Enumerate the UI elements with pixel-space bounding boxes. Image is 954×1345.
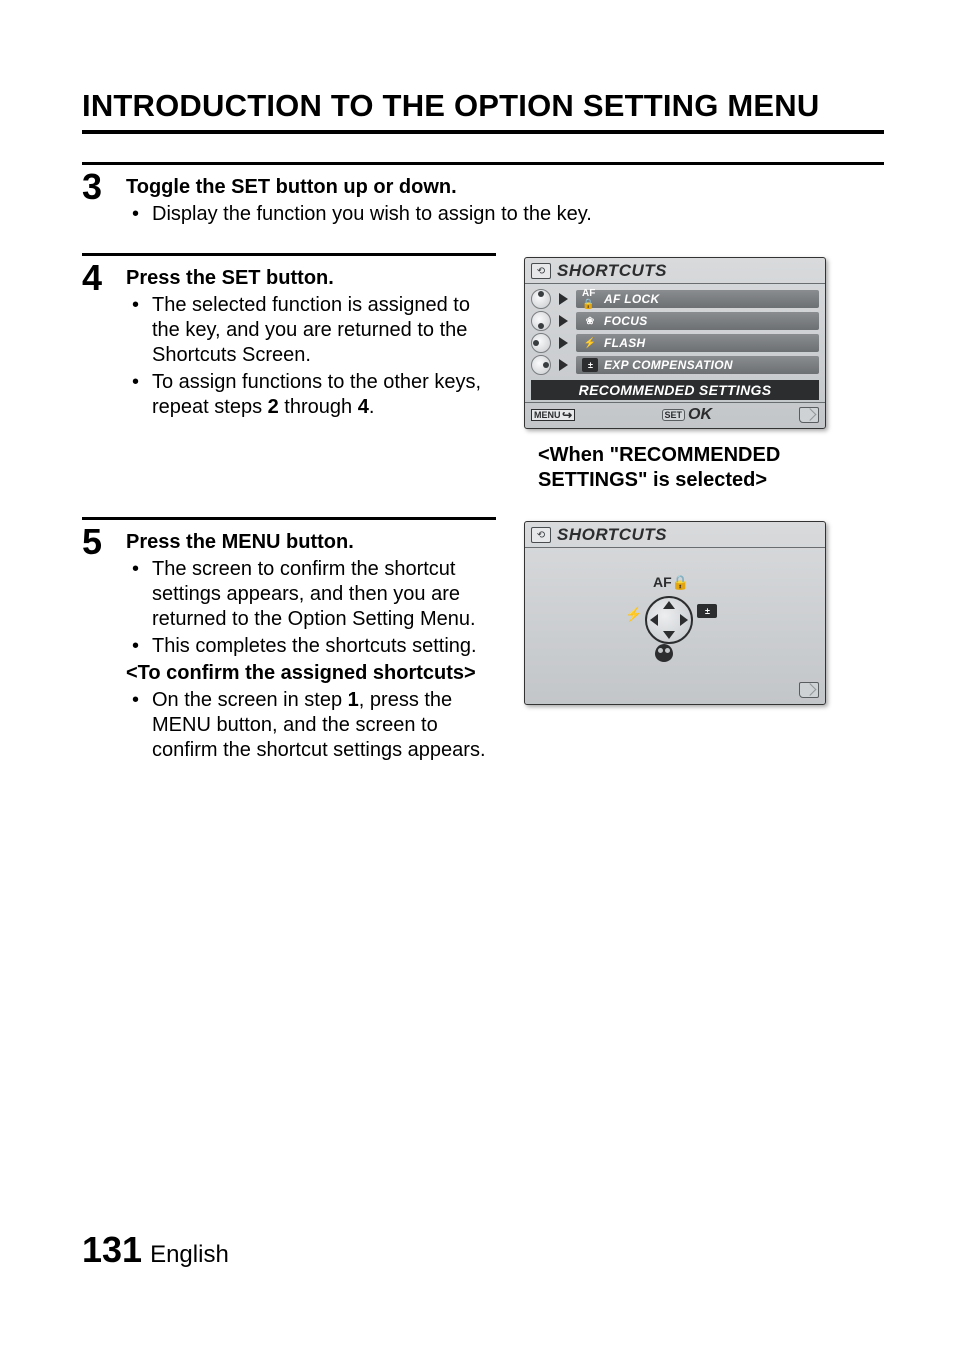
shortcut-label: FOCUS	[604, 314, 648, 328]
step-number: 4	[82, 260, 126, 296]
set-badge: SET	[662, 409, 686, 421]
lcd-body: AF🔒 ⚡ ±	[525, 548, 825, 678]
shortcut-row-down: ❀ FOCUS	[531, 310, 819, 332]
exposure-comp-glyph: ±	[697, 604, 717, 618]
af-lock-icon: AF🔒	[653, 574, 689, 591]
lcd-footer: MENU↩ SETOK	[525, 402, 825, 428]
menu-label: MENU	[534, 410, 561, 420]
recommended-settings-row: RECOMMENDED SETTINGS	[531, 380, 819, 400]
dpad-left-icon	[531, 333, 551, 353]
step-bullet: This completes the shortcuts setting.	[148, 634, 496, 659]
menu-back-icon: MENU↩	[531, 409, 575, 421]
af-lock-icon: AF🔒	[582, 292, 598, 306]
lcd-header: ⟲ SHORTCUTS	[525, 258, 825, 284]
caption-line: SETTINGS" is selected>	[538, 469, 767, 491]
lcd-screenshot-shortcuts-list: ⟲ SHORTCUTS AF🔒 AF LOCK ❀ FOCUS	[524, 257, 826, 429]
arrow-right-icon	[559, 359, 568, 371]
step-heading: Toggle the SET button up or down.	[126, 175, 884, 200]
lcd-body: AF🔒 AF LOCK ❀ FOCUS ⚡ FLASH	[525, 284, 825, 402]
page-language: English	[150, 1241, 229, 1269]
lcd-footer	[525, 678, 825, 704]
arrow-right-icon	[559, 315, 568, 327]
step-bullet: Display the function you wish to assign …	[148, 202, 884, 227]
shortcut-row-up: AF🔒 AF LOCK	[531, 288, 819, 310]
text: On the screen in step	[152, 689, 348, 711]
step-heading: Press the MENU button.	[126, 530, 496, 555]
flower-icon	[655, 644, 673, 662]
step-bullet: On the screen in step 1, press the MENU …	[148, 688, 496, 763]
text: through	[279, 396, 358, 418]
text-bold: 1	[348, 689, 359, 711]
caption-line: <When "RECOMMENDED	[538, 444, 780, 466]
step-3: 3 Toggle the SET button up or down. Disp…	[82, 162, 884, 229]
camera-mode-icon: ⟲	[531, 263, 551, 279]
lcd-caption: <When "RECOMMENDED SETTINGS" is selected…	[520, 443, 884, 493]
step-number: 3	[82, 169, 126, 205]
memory-card-icon	[799, 407, 819, 423]
shortcut-label: AF LOCK	[604, 292, 659, 306]
step-5: 5 Press the MENU button. The screen to c…	[82, 517, 884, 765]
sub-heading: <To confirm the assigned shortcuts>	[126, 661, 496, 686]
step-rule	[82, 517, 496, 520]
memory-card-icon	[799, 682, 819, 698]
dpad-down-icon	[531, 311, 551, 331]
flower-icon: ❀	[582, 314, 598, 328]
lcd-header: ⟲ SHORTCUTS	[525, 522, 825, 548]
shortcut-row-right: ± EXP COMPENSATION	[531, 354, 819, 376]
title-rule	[82, 130, 884, 134]
step-bullet: The selected function is assigned to the…	[148, 293, 496, 368]
text: .	[369, 396, 375, 418]
step-heading: Press the SET button.	[126, 266, 496, 291]
text-bold: 2	[268, 396, 279, 418]
step-bullet: The screen to confirm the shortcut setti…	[148, 557, 496, 632]
camera-mode-icon: ⟲	[531, 527, 551, 543]
page-footer: 131 English	[82, 1229, 229, 1271]
step-number: 5	[82, 524, 126, 560]
exposure-comp-icon: ±	[582, 358, 598, 372]
exposure-comp-icon: ±	[697, 604, 717, 618]
step-4: 4 Press the SET button. The selected fun…	[82, 253, 884, 493]
shortcut-label: EXP COMPENSATION	[604, 358, 733, 372]
lcd-title: SHORTCUTS	[557, 261, 667, 281]
arrow-right-icon	[559, 337, 568, 349]
flash-icon: ⚡	[625, 606, 642, 623]
step-bullet: To assign functions to the other keys, r…	[148, 370, 496, 420]
lcd-screenshot-shortcuts-confirm: ⟲ SHORTCUTS AF🔒 ⚡ ±	[524, 521, 826, 705]
lcd-title: SHORTCUTS	[557, 525, 667, 545]
arrow-right-icon	[559, 293, 568, 305]
page: INTRODUCTION TO THE OPTION SETTING MENU …	[0, 0, 954, 1345]
ok-label: OK	[688, 406, 712, 424]
dpad-up-icon	[531, 289, 551, 309]
page-number: 131	[82, 1229, 142, 1271]
flash-icon: ⚡	[582, 336, 598, 350]
set-ok-indicator: SETOK	[662, 406, 713, 424]
page-title: INTRODUCTION TO THE OPTION SETTING MENU	[82, 88, 884, 124]
step-rule	[82, 162, 884, 165]
dpad-icon	[645, 596, 693, 644]
shortcut-label: FLASH	[604, 336, 646, 350]
text-bold: 4	[358, 396, 369, 418]
shortcut-row-left: ⚡ FLASH	[531, 332, 819, 354]
step-rule	[82, 253, 496, 256]
dpad-right-icon	[531, 355, 551, 375]
